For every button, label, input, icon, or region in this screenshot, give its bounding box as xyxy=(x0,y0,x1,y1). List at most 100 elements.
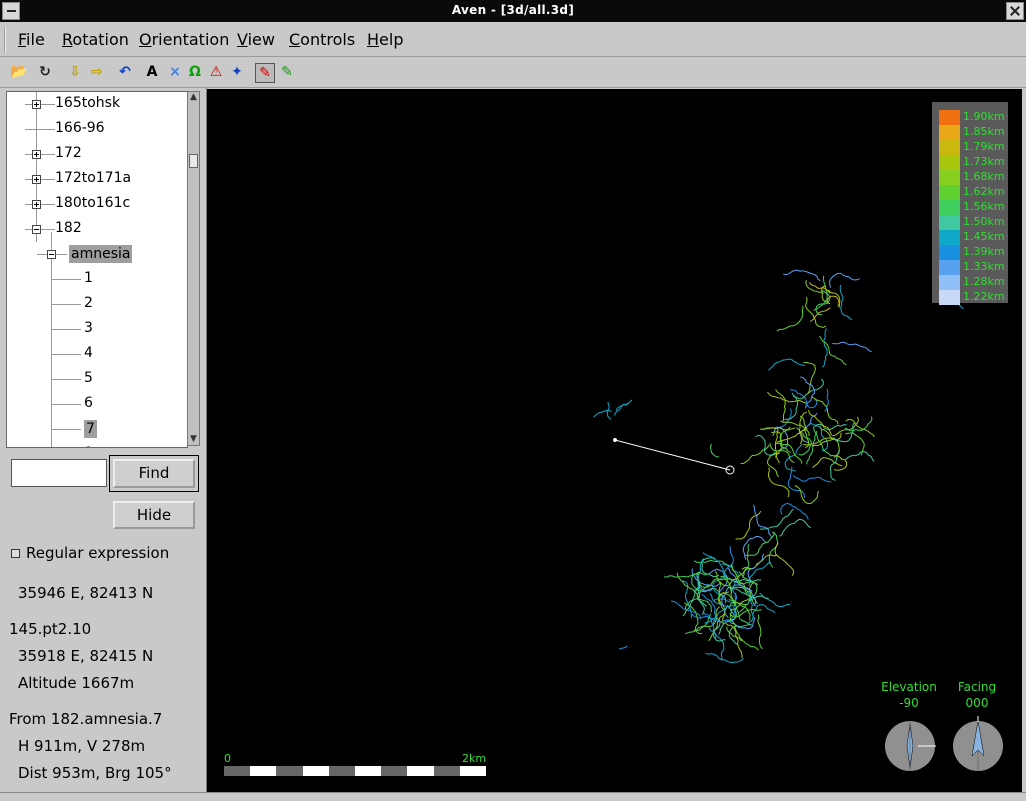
expand-icon[interactable] xyxy=(32,200,41,209)
tree-item[interactable]: 172to171a xyxy=(7,167,187,192)
tree-connector xyxy=(52,379,81,380)
survey-leg xyxy=(845,450,875,462)
tree-item-label: 8 xyxy=(84,445,93,447)
survey-leg xyxy=(787,466,806,498)
survey-leg xyxy=(705,652,744,664)
tree-item[interactable]: 7 xyxy=(7,417,187,442)
tree-item[interactable]: 4 xyxy=(7,342,187,367)
menubar-grip[interactable] xyxy=(4,27,12,53)
compass-dial-icon[interactable] xyxy=(948,716,1008,776)
expand-icon[interactable] xyxy=(32,100,41,109)
tree-item-label: amnesia xyxy=(69,245,133,263)
tree-item[interactable]: 2 xyxy=(7,292,187,317)
survey-leg xyxy=(757,614,763,650)
survey-leg xyxy=(789,389,818,409)
reopen-icon[interactable]: ↻ xyxy=(36,63,54,81)
menu-view[interactable]: View xyxy=(237,30,275,49)
green-pen-icon[interactable]: ✎ xyxy=(278,63,296,81)
survey-leg xyxy=(775,428,780,464)
tree-item[interactable]: 1 xyxy=(7,267,187,292)
survey-leg xyxy=(822,328,828,368)
survey-leg xyxy=(784,443,803,472)
tree-item[interactable]: 3 xyxy=(7,317,187,342)
key-swatch xyxy=(939,290,960,305)
regex-label: Regular expression xyxy=(26,544,170,562)
scale-bar xyxy=(224,766,486,776)
collapse-icon[interactable] xyxy=(32,225,41,234)
survey-leg xyxy=(828,272,860,288)
key-swatch xyxy=(939,275,960,290)
search-input[interactable] xyxy=(11,459,107,487)
scale-segment xyxy=(433,766,460,776)
tree-item[interactable]: 5 xyxy=(7,367,187,392)
survey-leg xyxy=(810,396,839,425)
close-button[interactable] xyxy=(1006,2,1024,20)
key-label: 1.73km xyxy=(963,155,1005,168)
move-right-icon[interactable]: ⇨ xyxy=(88,63,106,81)
key-label: 1.39km xyxy=(963,245,1005,258)
tree-connector xyxy=(52,304,81,305)
tree-item[interactable]: 180to161c xyxy=(7,192,187,217)
tree-item-label: 166-96 xyxy=(55,120,105,136)
station-coords: 35918 E, 82415 N xyxy=(18,647,154,665)
survey-leg xyxy=(829,450,840,481)
warning-icon[interactable]: ⚠ xyxy=(207,63,225,81)
survey-leg xyxy=(709,443,720,458)
hide-button[interactable]: Hide xyxy=(113,501,195,529)
survey-leg xyxy=(799,376,816,409)
tree-item[interactable]: 8 xyxy=(7,442,187,447)
scale-segment xyxy=(328,766,355,776)
tree-item-label: 6 xyxy=(84,395,93,411)
survey-leg xyxy=(593,409,612,418)
scale-segment xyxy=(276,766,303,776)
expand-icon[interactable] xyxy=(32,175,41,184)
toolbar: 📂 ↻ ⇩ ⇨ ↶ A × Ω ⚠ ✦ ✎ ✎ xyxy=(0,57,1026,88)
menu-help[interactable]: Help xyxy=(367,30,403,49)
scroll-down-arrow-icon[interactable]: ▼ xyxy=(188,434,199,445)
menu-controls[interactable]: Controls xyxy=(289,30,355,49)
survey-leg xyxy=(806,430,818,465)
tree-item[interactable]: 166-96 xyxy=(7,117,187,142)
tree-connector xyxy=(52,279,81,280)
collapse-icon[interactable] xyxy=(47,250,56,259)
tree-item[interactable]: 165tohsk xyxy=(7,92,187,117)
survey-leg xyxy=(794,485,819,505)
expand-icon[interactable] xyxy=(32,150,41,159)
menu-orientation[interactable]: Orientation xyxy=(139,30,229,49)
tree-item-label: 2 xyxy=(84,295,93,311)
scroll-thumb[interactable] xyxy=(189,154,198,168)
regex-checkbox[interactable] xyxy=(11,549,20,558)
survey-leg xyxy=(776,443,803,464)
scroll-up-arrow-icon[interactable]: ▲ xyxy=(188,92,199,103)
tree-item[interactable]: amnesia xyxy=(7,242,187,267)
key-swatch xyxy=(939,230,960,245)
key-label: 1.85km xyxy=(963,125,1005,138)
survey-leg xyxy=(693,559,733,567)
labels-icon[interactable]: A xyxy=(143,63,161,81)
crosses-icon[interactable]: × xyxy=(166,63,184,81)
open-file-icon[interactable]: 📂 xyxy=(10,63,28,81)
key-label: 1.28km xyxy=(963,275,1005,288)
tree-item[interactable]: 172 xyxy=(7,142,187,167)
measure-start-point[interactable] xyxy=(613,438,617,442)
key-label: 1.33km xyxy=(963,260,1005,273)
key-swatch xyxy=(939,140,960,155)
key-label: 1.62km xyxy=(963,185,1005,198)
tree-item-label: 1 xyxy=(84,270,93,286)
tree-scrollbar[interactable]: ▲ ▼ xyxy=(187,91,200,446)
undo-icon[interactable]: ↶ xyxy=(116,63,134,81)
key-label: 1.68km xyxy=(963,170,1005,183)
red-pen-icon[interactable]: ✎ xyxy=(255,63,275,83)
survey-view[interactable]: 1.90km 1.85km 1.79km 1.73km 1.68km 1.62km 1.56… xyxy=(207,89,1022,792)
menu-file[interactable]: File xyxy=(18,30,45,49)
survey-leg xyxy=(752,504,773,539)
elevation-dial-icon[interactable] xyxy=(880,716,940,776)
move-down-icon[interactable]: ⇩ xyxy=(66,63,84,81)
find-button[interactable]: Find xyxy=(113,459,195,488)
fixed-points-icon[interactable]: ✦ xyxy=(228,63,246,81)
tree-item[interactable]: 182 xyxy=(7,217,187,242)
menu-rotation[interactable]: Rotation xyxy=(62,30,129,49)
survey-tree[interactable]: 165tohsk 166-96 172 172to171a 180to161c 182 am… xyxy=(6,91,188,448)
omega-icon[interactable]: Ω xyxy=(186,63,204,81)
tree-item[interactable]: 6 xyxy=(7,392,187,417)
